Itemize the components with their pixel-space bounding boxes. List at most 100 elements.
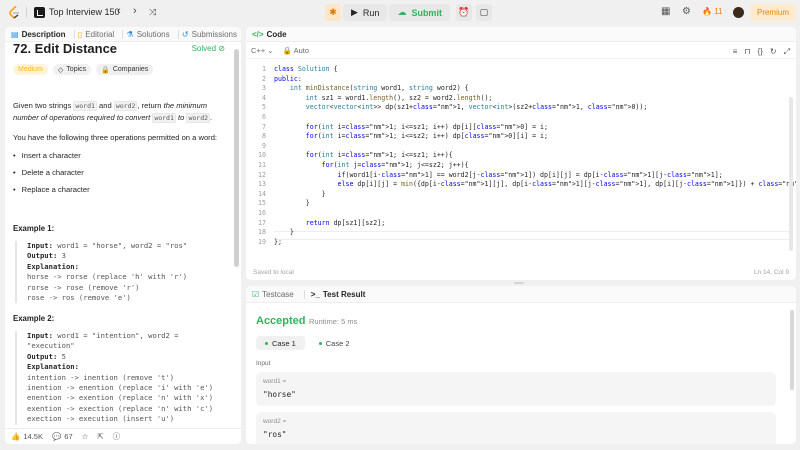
tab-testcase[interactable]: ☑ Testcase [252,290,298,299]
code-line: for(int i=class="nm">1; i<=sz1; i++) dp[… [305,122,548,131]
badge-row: Medium ◇ Topics 🔒 Companies [13,64,154,75]
language-select[interactable]: C++ ⌄ [251,46,274,55]
line-number: 2 [262,74,266,83]
favorite-button[interactable]: ☆ [82,432,89,441]
problem-statement: Given two strings word1 and word2, retur… [13,100,225,124]
debug-button[interactable]: ✱ [325,4,341,21]
question-icon: ⓘ [112,432,121,441]
input-variable: word1 = "horse" [256,372,776,406]
prev-problem-icon[interactable]: ‹ [117,5,121,17]
variable-name: word1 = [263,378,287,385]
variable-value: "horse" [263,390,296,399]
help-button[interactable]: ⓘ [113,431,121,442]
explanation-line: inention -> enention (replace 'i' with '… [27,383,214,393]
topics-label: Topics [66,66,87,73]
tab-solutions[interactable]: ⚗ Solutions [127,30,174,39]
runtime: Runtime: 5 ms [309,317,358,326]
tab-editorial[interactable]: ▯ Editorial [78,30,118,39]
line-number: 8 [262,132,266,141]
tab-description[interactable]: ▤ Description [11,30,70,39]
code-line: vector<vector<int>> dp(sz1+class="nm">1,… [305,103,648,112]
line-number: 16 [258,209,266,217]
line-number: 10 [258,151,266,160]
panel-resize-handle[interactable] [514,282,524,284]
line-number: 9 [262,141,266,150]
comment-icon: 💬 [51,432,62,441]
code-line: else dp[i][j] = min({dp[i-class="nm">1][… [337,180,796,189]
companies-button[interactable]: 🔒 Companies [96,64,154,75]
line-number: 15 [258,199,266,208]
braces-icon[interactable]: {} [758,47,763,57]
layout-icon[interactable]: ▦ [661,6,670,17]
tab-submissions[interactable]: ↺ Submissions [182,30,241,39]
submit-button[interactable]: ☁ Submit [389,4,450,21]
line-number: 14 [258,189,266,198]
tab-submissions-label: Submissions [191,29,237,39]
tab-test-result[interactable]: >_ Test Result [311,290,370,299]
input-heading: Input [256,360,271,367]
description-panel: ▤ Description ▯ Editorial ⚗ Solutions ↺ … [5,27,241,444]
reset-icon[interactable]: ↻ [770,47,777,57]
solved-label: Solved [191,44,217,53]
code-editor[interactable]: 1 class Solution {2 public: 3 int minDistan… [246,61,796,257]
separator [26,7,27,18]
tab-separator [303,289,305,299]
input-label: Input: [27,331,53,340]
example-input: Input: word1 = "intention", word2 = [27,331,225,341]
bug-icon: ✱ [329,7,337,17]
case-1-tab[interactable]: Case 1 [256,336,305,350]
editor-scrollbar[interactable] [789,97,793,251]
checkbox-icon: ☑ [252,289,260,299]
autocomplete-toggle[interactable]: 🔒 Auto [283,46,309,55]
example-explanation: Explanation: [27,362,225,372]
explanation-line: intention -> inention (remove 't') [27,372,175,382]
explanation-line: horse -> rorse (replace 'h' with 'r') [27,272,188,282]
notes-button[interactable]: ▢ [475,4,492,21]
code-toolbar: C++ ⌄ 🔒 Auto ≡ ⊓ {} ↻ ⤢ [246,42,796,59]
tab-code[interactable]: Code [267,30,287,39]
streak-counter[interactable]: 🔥 11 [702,7,723,16]
format-icon[interactable]: ≡ [733,47,738,57]
run-button[interactable]: ▶ Run [343,4,388,21]
user-avatar[interactable] [733,7,744,18]
variable-name: word2 = [263,418,287,425]
input-value-continued: "execution" [27,341,75,351]
problem-list-title[interactable]: Top Interview 150 [49,7,120,17]
inline-code: word2 [186,113,211,123]
next-problem-icon[interactable]: › [133,5,137,17]
shuffle-icon[interactable]: ⤨ [149,7,156,18]
line-number: 11 [258,161,266,169]
line-number: 6 [262,113,266,121]
timer-button[interactable]: ⏰ [455,4,472,21]
tab-testcase-label: Testcase [262,289,294,299]
problem-list-icon[interactable] [34,7,45,18]
input-value: word1 = "horse", word2 = "ros" [57,241,188,250]
like-button[interactable]: 👍 14.5K [11,432,43,441]
flask-icon: ⚗ [126,29,134,39]
explanation-line: enention -> exention (replace 'n' with '… [27,393,214,403]
output-label: Output: [27,351,58,361]
example-block: Input: word1 = "intention", word2 = "exe… [15,331,225,425]
bookmark-icon[interactable]: ⊓ [744,47,750,57]
book-icon: ▯ [77,29,83,39]
run-label: Run [362,7,380,18]
case-2-tab[interactable]: Case 2 [310,336,359,350]
settings-gear-icon[interactable]: ⚙ [682,6,691,17]
history-icon: ↺ [181,29,189,39]
run-controls: ✱ ▶ Run ☁ Submit ⏰ ▢ [325,4,492,21]
fullscreen-icon[interactable]: ⤢ [784,47,790,57]
comments-button[interactable]: 💬 67 [52,432,73,441]
code-line: int minDistance(string word1, string wor… [289,84,469,93]
code-line: int sz1 = word1.length(), sz2 = word2.le… [305,93,493,102]
premium-button[interactable]: Premium [750,4,796,21]
topics-button[interactable]: ◇ Topics [52,64,92,75]
explanation-line: rose -> ros (remove 'e') [27,293,131,303]
line-number: 13 [258,180,266,189]
problem-title[interactable]: 72. Edit Distance [13,41,117,56]
result-scrollbar[interactable] [790,310,794,390]
description-scrollbar[interactable] [234,49,239,267]
share-button[interactable]: ⇱ [97,432,103,441]
leetcode-logo-icon[interactable] [9,6,21,19]
solved-status: Solved ⊘ [192,44,225,53]
case-label: Case 1 [272,338,296,348]
